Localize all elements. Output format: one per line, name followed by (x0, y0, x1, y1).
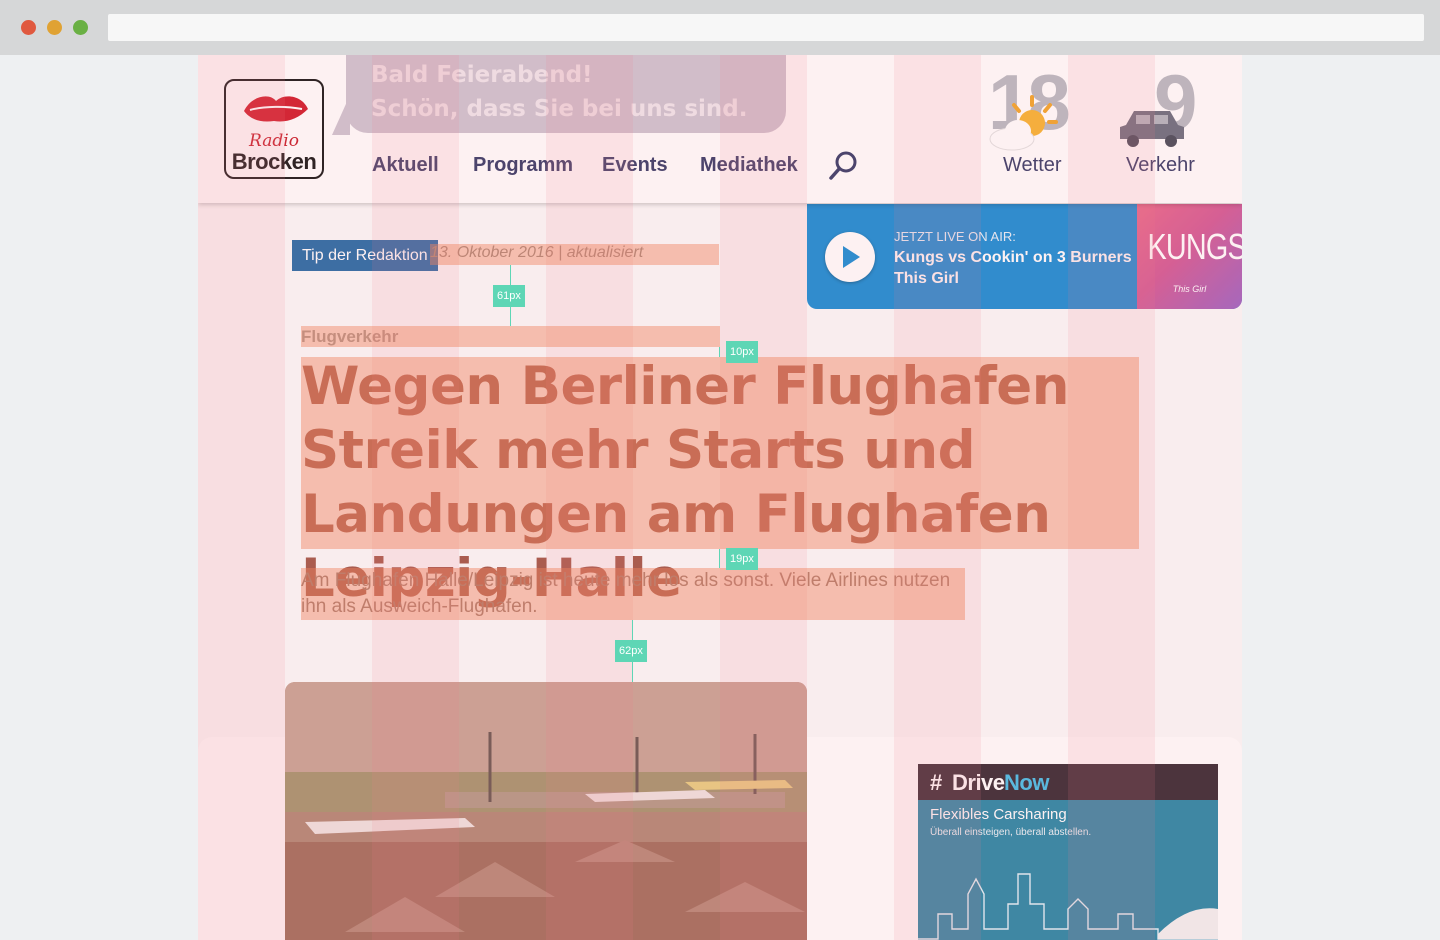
search-icon[interactable] (828, 149, 860, 181)
nav-item-events[interactable]: Events (602, 154, 668, 177)
logo-brocken-text: Brocken (231, 149, 317, 174)
maximize-window-button[interactable] (73, 20, 88, 35)
spacing-badge-19: 19px (726, 548, 758, 570)
greeting-line-2: Schön, dass Sie bei uns sind. (371, 96, 748, 122)
logo-radio-text: Radio (249, 131, 299, 151)
weather-link[interactable]: Wetter (1003, 154, 1062, 177)
spacing-guide-line (719, 549, 720, 568)
drivenow-ad-banner[interactable]: # Drive Now Flexibles Carsharing Überall… (918, 764, 1218, 940)
car-icon (1120, 111, 1184, 147)
address-bar[interactable] (108, 14, 1424, 41)
nav-item-programm[interactable]: Programm (473, 154, 573, 177)
article-content: Tip der Redaktion 13. Oktober 2016 | akt… (198, 203, 1242, 940)
article-teaser: Am Flughafen Halle/Leipzig ist heute meh… (301, 570, 951, 617)
spacing-badge-61: 61px (493, 285, 525, 307)
article-kicker: Flugverkehr (301, 327, 399, 346)
city-skyline-illustration (918, 873, 1218, 940)
radio-brocken-logo[interactable]: Radio Brocken (224, 79, 324, 179)
album-cover: KUNGS This Girl (1137, 204, 1242, 309)
website-page: Radio Brocken Bald Feierabend! Schön, da… (198, 55, 1242, 940)
nav-item-mediathek[interactable]: Mediathek (700, 154, 798, 177)
editor-tip-tag[interactable]: Tip der Redaktion (292, 240, 438, 271)
greeting-line-1: Bald Feierabend! (371, 62, 593, 88)
minimize-window-button[interactable] (47, 20, 62, 35)
cover-artist-text: KUNGS (1147, 226, 1243, 267)
play-icon (843, 246, 860, 268)
article-date: 13. Oktober 2016 | aktualisiert (430, 244, 644, 261)
close-window-button[interactable] (21, 20, 36, 35)
track-title: This Girl (894, 270, 959, 287)
partly-sunny-icon (989, 95, 1058, 151)
track-artist: Kungs vs Cookin' on 3 Burners (894, 249, 1132, 266)
cover-title-text: This Girl (1172, 284, 1207, 294)
spacing-guide-line (719, 347, 720, 357)
lips-icon (244, 96, 308, 122)
article-image-airport[interactable] (285, 682, 807, 940)
nav-item-aktuell[interactable]: Aktuell (372, 154, 439, 177)
play-button[interactable] (825, 232, 875, 282)
airport-photo (285, 682, 807, 940)
live-radio-player: JETZT LIVE ON AIR: Kungs vs Cookin' on 3… (807, 204, 1242, 309)
spacing-badge-62: 62px (615, 640, 647, 662)
spacing-badge-10: 10px (726, 341, 758, 363)
site-header: Radio Brocken Bald Feierabend! Schön, da… (198, 55, 1242, 203)
browser-toolbar (0, 0, 1440, 55)
live-on-air-label: JETZT LIVE ON AIR: (894, 229, 1016, 244)
traffic-link[interactable]: Verkehr (1126, 154, 1195, 177)
